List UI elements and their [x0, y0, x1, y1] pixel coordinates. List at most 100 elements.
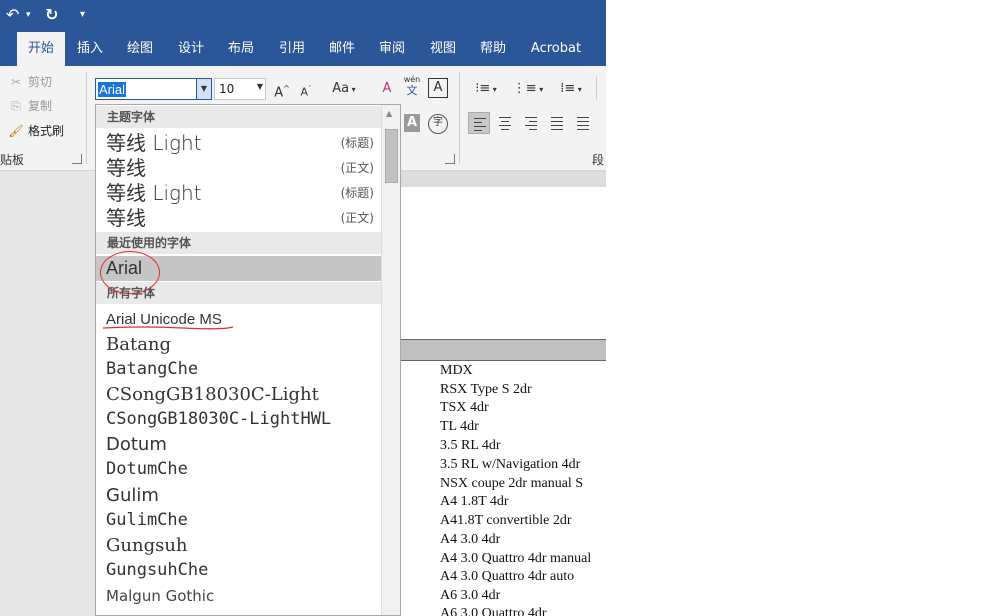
font-option[interactable]: 等线 Light (标题) — [96, 131, 382, 156]
tab-mailings[interactable]: 邮件 — [320, 32, 364, 66]
cut-button[interactable]: ✂ 剪切 — [8, 71, 52, 93]
shrink-font-icon[interactable]: Aˇ — [296, 78, 316, 100]
font-size-input[interactable]: 10 — [219, 82, 234, 96]
font-option[interactable]: Batang — [96, 332, 382, 357]
font-option[interactable]: 等线 (正文) — [96, 206, 382, 231]
font-option[interactable]: CSongGB18030C-LightHWL — [96, 407, 382, 432]
table-row[interactable]: A6 3.0 4dr — [440, 586, 500, 605]
undo-dropdown-icon[interactable]: ▾ — [26, 4, 31, 26]
table-row[interactable]: A4 1.8T 4dr — [440, 492, 509, 511]
font-name-input[interactable]: Arial — [98, 82, 127, 97]
tab-design[interactable]: 设计 — [169, 32, 213, 66]
tab-draw[interactable]: 绘图 — [118, 32, 162, 66]
align-left-button[interactable] — [468, 112, 490, 134]
chevron-down-icon[interactable]: ▼ — [196, 79, 211, 99]
word-window: ↶ ▾ ↻ ▾ 开始 插入 绘图 设计 布局 引用 邮件 审阅 视图 帮助 Ac… — [0, 0, 606, 616]
tab-view[interactable]: 视图 — [421, 32, 465, 66]
table-row[interactable]: 3.5 RL w/Navigation 4dr — [440, 455, 580, 474]
dropdown-scrollbar[interactable]: ▲ — [381, 105, 400, 615]
paragraph-group-label: 段 — [592, 153, 605, 167]
paintbrush-icon: 🖌 — [8, 124, 24, 138]
chevron-down-icon[interactable]: ▼ — [257, 82, 263, 91]
numbered-list-icon: ⋮≡ — [512, 81, 537, 96]
enclose-characters-button[interactable]: 字 — [428, 114, 448, 134]
clipboard-launcher-icon[interactable] — [72, 154, 82, 164]
bullets-button[interactable]: ⁝≡ ▾ — [469, 78, 503, 100]
group-divider — [459, 72, 460, 164]
table-row[interactable]: 3.5 RL 4dr — [440, 436, 501, 455]
align-right-button[interactable] — [520, 112, 542, 134]
font-name-combobox[interactable]: Arial ▼ — [95, 78, 212, 100]
font-dropdown-list: 主题字体 等线 Light (标题) 等线 (正文) 等线 Light (标题) 等线… — [95, 104, 401, 616]
phonetic-guide-button[interactable]: wén 文 — [401, 74, 423, 100]
ribbon-tabs: 开始 插入 绘图 设计 布局 引用 邮件 审阅 视图 帮助 Acrobat — [0, 32, 606, 66]
table-row[interactable]: A41.8T convertible 2dr — [440, 511, 572, 530]
font-size-combobox[interactable]: 10 ▼ — [214, 78, 266, 100]
tab-help[interactable]: 帮助 — [471, 32, 515, 66]
chevron-down-icon: ▾ — [575, 85, 582, 94]
font-option[interactable]: Malgun Gothic — [96, 584, 382, 609]
tab-references[interactable]: 引用 — [270, 32, 314, 66]
customize-icon[interactable]: ▾ — [80, 4, 85, 26]
table-row[interactable]: TL 4dr — [440, 417, 479, 436]
copy-button[interactable]: ⎘ 复制 — [8, 95, 52, 117]
tab-insert[interactable]: 插入 — [68, 32, 112, 66]
table-row[interactable]: A4 3.0 Quattro 4dr manual — [440, 549, 591, 568]
tab-home[interactable]: 开始 — [17, 32, 65, 66]
font-option[interactable]: DotumChe — [96, 457, 382, 482]
chevron-down-icon: ▾ — [536, 85, 544, 94]
chevron-down-icon: ▾ — [349, 85, 356, 94]
align-center-button[interactable] — [494, 112, 516, 134]
font-option[interactable]: GulimChe — [96, 508, 382, 533]
ruler — [400, 171, 606, 187]
table-row[interactable]: A4 3.0 4dr — [440, 530, 500, 549]
undo-icon[interactable]: ↶ — [6, 4, 19, 26]
scissors-icon: ✂ — [10, 75, 22, 89]
font-launcher-icon[interactable] — [445, 154, 455, 164]
distributed-button[interactable] — [572, 112, 594, 134]
font-option[interactable]: CSongGB18030C-Light — [96, 382, 382, 407]
quick-access-toolbar: ↶ ▾ ↻ ▾ — [0, 0, 606, 32]
font-option[interactable]: 等线 Light (标题) — [96, 181, 382, 206]
change-case-button[interactable]: Aa ▾ — [328, 78, 360, 100]
table-row[interactable]: MDX — [440, 361, 473, 380]
divider — [596, 76, 597, 100]
font-option[interactable]: Arial Unicode MS — [96, 307, 382, 332]
multilevel-list-button[interactable]: ⁞≡ ▾ — [552, 78, 590, 100]
group-divider — [86, 72, 87, 164]
table-row[interactable]: RSX Type S 2dr — [440, 380, 532, 399]
recent-fonts-header: 最近使用的字体 — [96, 232, 382, 254]
font-option[interactable]: 等线 (正文) — [96, 156, 382, 181]
copy-icon: ⎘ — [11, 99, 21, 113]
table-row[interactable]: A4 3.0 Quattro 4dr auto — [440, 567, 574, 586]
scroll-up-icon[interactable]: ▲ — [386, 109, 392, 118]
clipboard-group-label: 贴板 — [0, 153, 25, 167]
font-option[interactable]: Gulim — [96, 483, 382, 508]
redo-icon[interactable]: ↻ — [45, 4, 58, 26]
chevron-down-icon: ▾ — [490, 85, 497, 94]
font-option[interactable]: Gungsuh — [96, 533, 382, 558]
grow-font-icon[interactable]: A^ — [272, 78, 292, 100]
justify-button[interactable] — [546, 112, 568, 134]
tab-layout[interactable]: 布局 — [219, 32, 263, 66]
clear-formatting-icon[interactable]: A — [377, 78, 397, 100]
table-row[interactable]: A6 3.0 Quattro 4dr — [440, 604, 547, 616]
format-painter-button[interactable]: 🖌 格式刷 — [8, 120, 64, 142]
character-border-button[interactable]: A — [428, 78, 448, 98]
multilevel-list-icon: ⁞≡ — [560, 81, 576, 96]
table-row[interactable]: TSX 4dr — [440, 398, 489, 417]
font-option-selected[interactable]: Arial — [96, 256, 382, 281]
tab-review[interactable]: 审阅 — [370, 32, 414, 66]
bullet-list-icon: ⁝≡ — [475, 81, 491, 96]
table-row[interactable]: NSX coupe 2dr manual S — [440, 474, 583, 493]
all-fonts-header: 所有字体 — [96, 282, 382, 304]
tab-acrobat[interactable]: Acrobat — [524, 32, 588, 66]
font-option[interactable]: Dotum — [96, 432, 382, 457]
scrollbar-thumb[interactable] — [385, 129, 398, 183]
numbering-button[interactable]: ⋮≡ ▾ — [510, 78, 546, 100]
font-option[interactable]: GungsuhChe — [96, 558, 382, 583]
table-header-row — [400, 339, 606, 361]
character-shading-button[interactable]: A — [404, 114, 420, 132]
font-option[interactable]: BatangChe — [96, 357, 382, 382]
theme-fonts-header: 主题字体 — [96, 106, 382, 128]
